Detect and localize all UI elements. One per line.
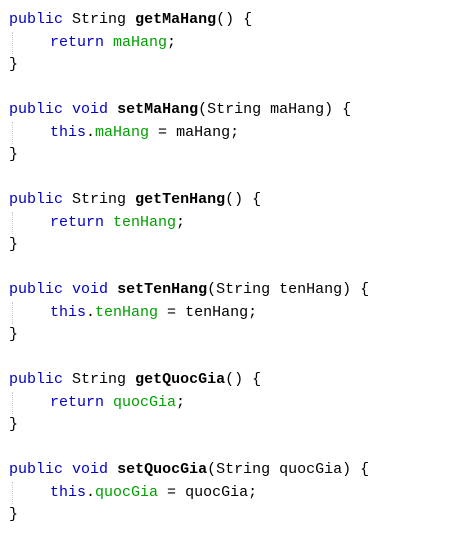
return-keyword: return [50, 213, 105, 231]
return-type: void [72, 101, 109, 118]
method-block: public void setMaHang(String maHang) {th… [9, 99, 369, 189]
code-editor[interactable]: public String getMaHang() {return maHang… [9, 9, 369, 527]
method-close-line: } [9, 144, 369, 167]
close-brace: } [9, 416, 19, 433]
indent-guide [12, 121, 13, 144]
return-keyword: return [50, 393, 105, 411]
semicolon: ; [176, 213, 186, 231]
semicolon: ; [167, 33, 177, 51]
indent-guide [12, 211, 13, 234]
close-brace: } [9, 326, 19, 343]
return-type: void [72, 281, 109, 298]
indent-guide [12, 391, 13, 414]
return-type: String [72, 371, 127, 388]
method-block: public String getTenHang() {return tenHa… [9, 189, 369, 279]
close-brace: } [9, 146, 19, 163]
method-signature-line: public void setQuocGia(String quocGia) { [9, 459, 369, 482]
open-brace: { [342, 101, 352, 118]
method-params: (String maHang) [198, 101, 334, 118]
dot-operator: . [86, 303, 96, 321]
method-params: () [216, 11, 235, 28]
semicolon: ; [230, 123, 240, 141]
method-params: (String tenHang) [207, 281, 352, 298]
method-body-line: return quocGia; [9, 391, 369, 414]
modifier-keyword: public [9, 191, 64, 208]
field-name: tenHang [95, 303, 159, 321]
method-name: getTenHang [135, 191, 226, 208]
this-keyword: this [50, 483, 87, 501]
return-type: String [72, 191, 127, 208]
this-keyword: this [50, 123, 87, 141]
method-name: setTenHang [117, 281, 208, 298]
field-name: maHang [113, 33, 168, 51]
method-params: () [225, 191, 244, 208]
method-name: getMaHang [135, 11, 217, 28]
modifier-keyword: public [9, 11, 64, 28]
dot-operator: . [86, 123, 96, 141]
close-brace: } [9, 236, 19, 253]
method-block: public String getQuocGia() {return quocG… [9, 369, 369, 459]
method-body-line: this.tenHang = tenHang; [9, 301, 369, 324]
method-close-line: } [9, 504, 369, 527]
method-close-line: } [9, 234, 369, 257]
method-name: setMaHang [117, 101, 199, 118]
open-brace: { [252, 191, 262, 208]
field-name: maHang [95, 123, 150, 141]
param-value: quocGia [185, 483, 249, 501]
method-close-line: } [9, 324, 369, 347]
method-body-line: this.quocGia = quocGia; [9, 481, 369, 504]
method-block: public String getMaHang() {return maHang… [9, 9, 369, 99]
modifier-keyword: public [9, 371, 64, 388]
method-body-line: this.maHang = maHang; [9, 121, 369, 144]
semicolon: ; [248, 303, 258, 321]
method-name: getQuocGia [135, 371, 226, 388]
return-type: void [72, 461, 109, 478]
method-body-line: return maHang; [9, 31, 369, 54]
method-params: () [225, 371, 244, 388]
open-brace: { [360, 281, 370, 298]
method-body-line: return tenHang; [9, 211, 369, 234]
this-keyword: this [50, 303, 87, 321]
field-name: tenHang [113, 213, 177, 231]
method-signature-line: public void setTenHang(String tenHang) { [9, 279, 369, 302]
method-close-line: } [9, 414, 369, 437]
method-params: (String quocGia) [207, 461, 352, 478]
modifier-keyword: public [9, 281, 64, 298]
method-signature-line: public String getMaHang() { [9, 9, 369, 32]
assign-operator: = [158, 483, 186, 501]
method-block: public void setTenHang(String tenHang) {… [9, 279, 369, 369]
method-signature-line: public String getTenHang() { [9, 189, 369, 212]
method-close-line: } [9, 54, 369, 77]
open-brace: { [243, 11, 253, 28]
param-value: maHang [176, 123, 231, 141]
return-keyword: return [50, 33, 105, 51]
method-block: public void setQuocGia(String quocGia) {… [9, 459, 369, 527]
method-name: setQuocGia [117, 461, 208, 478]
return-type: String [72, 11, 127, 28]
open-brace: { [252, 371, 262, 388]
field-name: quocGia [113, 393, 177, 411]
open-brace: { [360, 461, 370, 478]
indent-guide [12, 481, 13, 504]
dot-operator: . [86, 483, 96, 501]
semicolon: ; [176, 393, 186, 411]
indent-guide [12, 301, 13, 324]
close-brace: } [9, 56, 19, 73]
method-signature-line: public String getQuocGia() { [9, 369, 369, 392]
modifier-keyword: public [9, 101, 64, 118]
param-value: tenHang [185, 303, 249, 321]
assign-operator: = [149, 123, 177, 141]
semicolon: ; [248, 483, 258, 501]
field-name: quocGia [95, 483, 159, 501]
assign-operator: = [158, 303, 186, 321]
method-signature-line: public void setMaHang(String maHang) { [9, 99, 369, 122]
close-brace: } [9, 506, 19, 523]
modifier-keyword: public [9, 461, 64, 478]
indent-guide [12, 31, 13, 54]
